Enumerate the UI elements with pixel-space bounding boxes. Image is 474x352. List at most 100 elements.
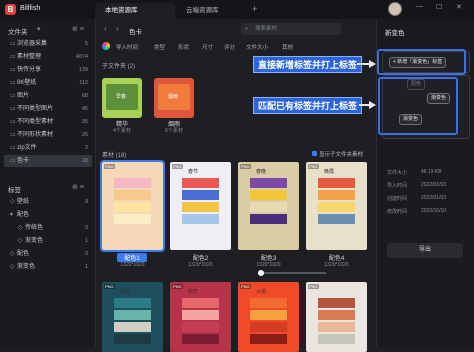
search-placeholder: 搜索素材 [255, 26, 278, 32]
sidebar-item-tag[interactable]: ◇ 渐变色 1 [4, 261, 92, 273]
avatar[interactable] [388, 2, 402, 16]
filter-rating[interactable]: 评分 [224, 43, 235, 51]
tags-header[interactable]: 标签 [8, 184, 21, 194]
show-subfolder-toggle[interactable]: 显示子文件夹素材 [312, 150, 363, 158]
folders-header[interactable]: 文件夹 [8, 26, 28, 36]
info-label: 导入时间 [387, 183, 408, 189]
color-swatch-stripe [250, 322, 287, 332]
sidebar-item-tag[interactable]: ▾ 配色 [4, 209, 92, 221]
file-type-badge: PNG [308, 164, 319, 169]
filter-bar: 导入时间 类型 形状 尺寸 评分 文件大小 其他 [96, 40, 376, 54]
card-preview-title: 侗族 [120, 289, 131, 295]
tag-actions-icon[interactable]: ⊕ ≡ [72, 183, 84, 191]
material-name: 配色1 [117, 253, 147, 262]
info-label: 修改时间 [387, 209, 408, 215]
color-swatch-stripe [114, 334, 151, 344]
card-preview-title: 春晚 [256, 169, 267, 175]
material-card[interactable]: PNG 火焰 [238, 282, 299, 352]
zoom-slider[interactable] [258, 272, 326, 274]
color-swatch-stripe [250, 298, 287, 308]
app-name: Billfish [20, 5, 41, 12]
material-card[interactable]: PNG 春晚 [238, 162, 299, 250]
color-swatch-stripe [114, 178, 151, 188]
subfolder-preview-text: 早春 [116, 94, 127, 100]
filter-size[interactable]: 尺寸 [202, 43, 213, 51]
color-swatch-stripe [250, 178, 287, 188]
add-tab-button[interactable]: + [252, 4, 257, 14]
filter-other[interactable]: 其他 [282, 43, 293, 51]
subfolder-thumbnail[interactable]: 烟雨 [154, 78, 194, 118]
color-swatch-stripe [318, 322, 355, 332]
tag-icon: ◇ [10, 199, 15, 205]
subfolder-preview-text: 烟雨 [168, 94, 179, 100]
color-swatch-stripe [182, 322, 219, 332]
color-swatch-stripe [182, 190, 219, 200]
folder-icon: ▭ [10, 132, 16, 138]
filter-type[interactable]: 类型 [154, 43, 165, 51]
sidebar-item-folder[interactable]: ▭不同形状素材 26 [4, 129, 92, 141]
folder-icon: ▭ [10, 54, 16, 60]
sidebar-item-folder[interactable]: ▭快传分享 139 [4, 64, 92, 76]
sidebar-item-folder[interactable]: ▭图片 68 [4, 90, 92, 102]
material-card[interactable]: PNG 侗族 [102, 282, 163, 352]
material-name: 配色4 [328, 256, 345, 262]
zoom-slider-handle[interactable] [258, 270, 264, 276]
forward-icon[interactable]: › [116, 24, 119, 33]
tab-cloud-library[interactable]: 云端资源库 [176, 3, 246, 19]
sidebar-item-tag[interactable]: ◇ 渐变色 1 [12, 235, 92, 247]
folder-icon: ▭ [10, 158, 16, 164]
folder-icon: ▭ [10, 145, 16, 151]
material-card[interactable]: PNG 晚霞 [306, 162, 367, 250]
folder-icon: ▭ [10, 93, 16, 99]
sidebar-item-folder[interactable]: ▭不同类型素材 35 [4, 116, 92, 128]
file-name[interactable]: 新变色 [385, 27, 405, 37]
filter-shape[interactable]: 形状 [178, 43, 189, 51]
filter-import-time[interactable]: 导入时间 [116, 43, 138, 51]
back-icon[interactable]: ‹ [104, 24, 107, 33]
sidebar-item-tag[interactable]: ◇ 壁纸 8 [4, 196, 92, 208]
material-card[interactable]: PNG [306, 282, 367, 352]
tab-local-library[interactable]: 本地资源库 [95, 3, 175, 19]
color-swatch-stripe [182, 310, 219, 320]
material-card[interactable]: PNG 春节 [170, 162, 231, 250]
file-type-badge: PNG [308, 284, 319, 289]
file-type-badge: PNG [240, 284, 251, 289]
folder-actions-icon[interactable]: ⊕ ≡ [72, 25, 84, 33]
tag-icon: ◇ [18, 238, 23, 244]
file-type-badge: PNG [104, 284, 115, 289]
color-filter-icon[interactable] [102, 42, 110, 50]
material-dimensions: 1320*1920 [188, 262, 213, 268]
subfolder-thumbnail[interactable]: 早春 [102, 78, 142, 118]
sidebar-item-tag[interactable]: ◇ 配色 0 [4, 248, 92, 260]
info-value: 2022/01/03 [421, 182, 447, 188]
color-swatch-stripe [114, 298, 151, 308]
sidebar-item-folder[interactable]: ▭浏览器采集 5 [4, 38, 92, 50]
export-button[interactable]: 导出 [387, 243, 463, 258]
sidebar-item-folder[interactable]: ▭素材整理 4874 [4, 51, 92, 63]
color-swatch-stripe [250, 214, 287, 224]
folders-caret-icon[interactable]: ▾ [37, 25, 41, 33]
file-type-badge: PNG [172, 164, 183, 169]
color-swatch-stripe [182, 202, 219, 212]
maximize-icon[interactable]: ☐ [436, 3, 442, 11]
search-input[interactable]: ⌕ 搜索素材 [241, 23, 341, 35]
filter-file-size[interactable]: 文件大小 [246, 43, 268, 51]
color-swatch-stripe [318, 190, 355, 200]
sidebar-item-folder[interactable]: ▭8K壁纸 112 [4, 77, 92, 89]
material-card[interactable]: PNG 欢庆 [170, 282, 231, 352]
color-swatch-stripe [318, 298, 355, 308]
sidebar-item-tag[interactable]: ◇ 传统色 0 [12, 222, 92, 234]
color-swatch-stripe [318, 202, 355, 212]
title-bar: B Billfish 本地资源库 云端资源库 + — ☐ ✕ [0, 0, 474, 19]
sidebar-item-folder[interactable]: ▭不同类型图片 45 [4, 103, 92, 115]
breadcrumb: 色卡 [129, 29, 142, 36]
color-swatch-stripe [250, 334, 287, 344]
annotation-arrowhead [369, 60, 376, 68]
color-swatch-stripe [114, 214, 151, 224]
material-card[interactable]: PNG [100, 160, 165, 252]
minimize-icon[interactable]: — [416, 3, 423, 10]
sidebar-item-folder[interactable]: ▭zip文件 2 [4, 142, 92, 154]
card-preview-title: 晚霞 [324, 169, 335, 175]
sidebar-item-folder-selected[interactable]: ▭色卡 18 [4, 155, 92, 167]
close-icon[interactable]: ✕ [456, 3, 462, 11]
